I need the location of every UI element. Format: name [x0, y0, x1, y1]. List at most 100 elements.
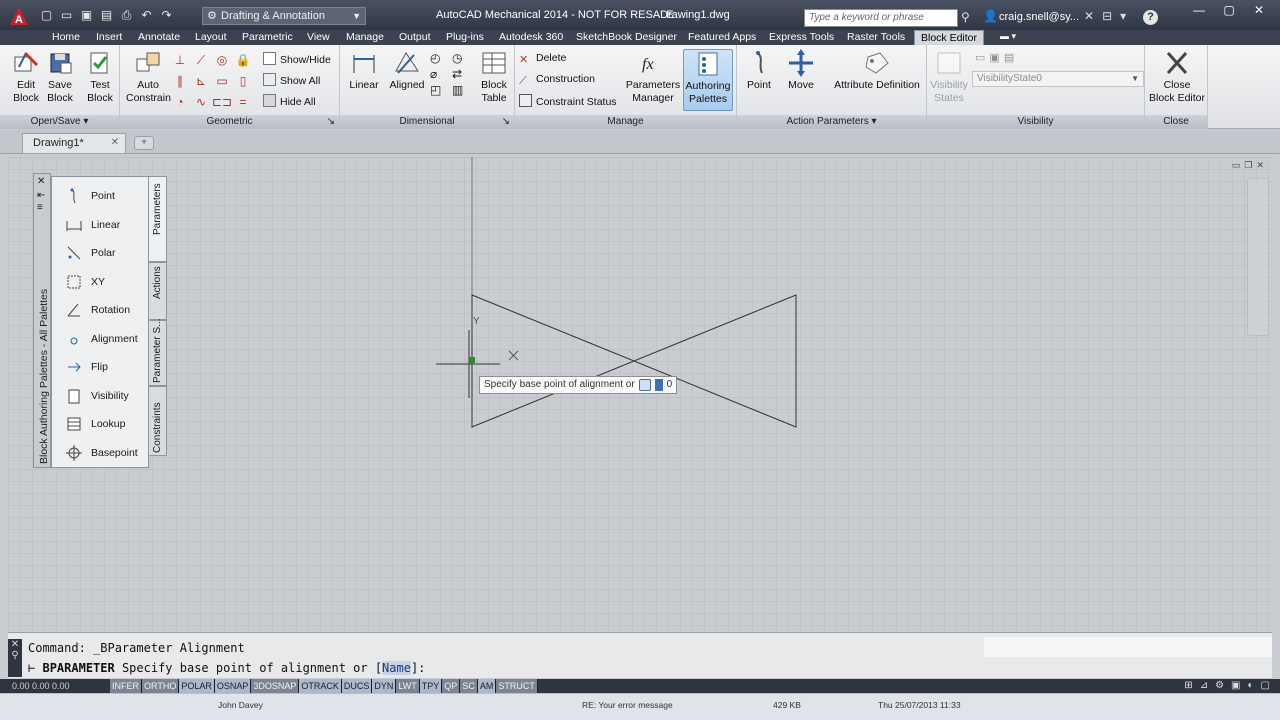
smooth-icon[interactable]: ∿	[191, 92, 211, 112]
status-toggle-infer[interactable]: INFER	[110, 679, 142, 693]
palette-properties-icon[interactable]: ≡	[37, 202, 43, 213]
symmetric-icon[interactable]: ⊏⊐	[212, 92, 232, 112]
status-toggle-polar[interactable]: POLAR	[179, 679, 215, 693]
open-file-icon[interactable]: ▭	[58, 7, 75, 24]
status-toggle-sc[interactable]: SC	[460, 679, 478, 693]
viewport-minimize-icon[interactable]: ▭	[1232, 160, 1241, 171]
binoculars-icon[interactable]: ⚲	[961, 10, 970, 24]
bowtie-shape[interactable]	[471, 294, 797, 428]
palette-item-flip[interactable]: Flip	[58, 356, 148, 378]
cart-icon[interactable]: ⊟	[1102, 9, 1112, 23]
concentric-icon[interactable]: ◎	[212, 50, 232, 70]
dim-extra-icon[interactable]: ◰	[430, 83, 450, 97]
status-toggle-tpy[interactable]: TPY	[419, 679, 443, 693]
save-as-icon[interactable]: ▤	[98, 7, 115, 24]
tab-plug-ins[interactable]: Plug-ins	[440, 30, 490, 45]
angular-icon[interactable]: ◴	[430, 51, 450, 65]
visibility-mode-icon[interactable]: ▤	[1004, 51, 1014, 64]
tab-layout[interactable]: Layout	[189, 30, 233, 45]
palette-item-linear[interactable]: Linear	[58, 214, 148, 236]
dynamic-input-field[interactable]	[654, 379, 663, 391]
workspace-select[interactable]: ⚙ Drafting & Annotation ▼	[202, 7, 366, 25]
equal-icon[interactable]: =	[233, 92, 253, 112]
status-toggle-am[interactable]: AM	[477, 679, 497, 693]
palette-item-xy[interactable]: XY	[58, 271, 148, 293]
annotation-scale-icon[interactable]: ⊿	[1200, 680, 1208, 691]
panel-title-manage[interactable]: Manage	[515, 115, 736, 129]
parameters-manager-button[interactable]: fx Parameters Manager	[625, 49, 681, 105]
fix-icon[interactable]: 🔒	[233, 50, 253, 70]
maximize-icon[interactable]: ▢	[1214, 2, 1244, 18]
undo-icon[interactable]: ↶	[138, 7, 155, 24]
parallel-icon[interactable]: ∥	[170, 71, 190, 91]
palette-item-rotation[interactable]: Rotation	[58, 299, 148, 321]
lock-icon[interactable]: ▣	[1231, 680, 1240, 691]
model-icon[interactable]: ⊞	[1184, 680, 1192, 691]
status-toggle-ortho[interactable]: ORTHO	[142, 679, 180, 693]
tab-home[interactable]: Home	[46, 30, 86, 45]
print-icon[interactable]: ⎙	[118, 7, 135, 24]
tab-manage[interactable]: Manage	[340, 30, 390, 45]
minimize-icon[interactable]: —	[1184, 2, 1214, 18]
dim-extra2-icon[interactable]: ▥	[452, 83, 472, 97]
auto-constrain-button[interactable]: Auto Constrain	[126, 49, 171, 105]
viewport-close-icon[interactable]: ✕	[1256, 160, 1264, 171]
palette-tab-constraints[interactable]: Constraints	[149, 386, 167, 456]
perpendicular-icon[interactable]: ⊾	[191, 71, 211, 91]
show-object-icon[interactable]: ▭	[975, 51, 985, 64]
panel-title-open-save[interactable]: Open/Save ▾	[0, 115, 119, 129]
name-option[interactable]: Name	[382, 661, 411, 675]
block-table-button[interactable]: Block Table	[476, 49, 512, 105]
show-hide-button[interactable]: Show/Hide	[263, 52, 331, 66]
drawing-canvas[interactable]: Y	[8, 157, 1272, 631]
search-input[interactable]: Type a keyword or phrase	[804, 9, 958, 27]
status-toggle-struct[interactable]: STRUCT	[496, 679, 538, 693]
isolate-icon[interactable]: ◐	[1248, 680, 1254, 691]
show-all-button[interactable]: Show All	[263, 73, 320, 87]
dynamic-input-value[interactable]: 0	[667, 377, 673, 393]
constraint-status-button[interactable]: Constraint Status	[519, 94, 617, 108]
construction-button[interactable]: ⟋ Construction	[519, 73, 595, 88]
autocad-logo-icon[interactable]: A	[8, 5, 30, 27]
panel-title-action-parameters[interactable]: Action Parameters ▾	[737, 115, 926, 129]
linear-button[interactable]: Linear	[346, 49, 382, 92]
hide-all-button[interactable]: Hide All	[263, 94, 316, 108]
palette-item-polar[interactable]: Polar	[58, 242, 148, 264]
point-button[interactable]: Point	[741, 49, 777, 92]
delete-button[interactable]: ✕ Delete	[519, 52, 566, 67]
doc-tab-drawing1[interactable]: Drawing1* ✕	[22, 133, 126, 153]
navigation-bar[interactable]	[1247, 178, 1269, 336]
visibility-state-select[interactable]: VisibilityState0 ▼	[972, 71, 1144, 87]
status-toggle-qp[interactable]: QP	[442, 679, 461, 693]
help-icon[interactable]: ?	[1143, 10, 1158, 25]
palette-tab-parameter-sets[interactable]: Parameter S...	[149, 319, 167, 386]
visibility-states-button[interactable]: Visibility States	[929, 49, 969, 105]
user-name[interactable]: craig.snell@sy...	[999, 11, 1079, 23]
tab-view[interactable]: View	[301, 30, 336, 45]
horizontal-icon[interactable]: ▭	[212, 71, 232, 91]
user-icon[interactable]: 👤	[983, 9, 998, 23]
move-button[interactable]: Move	[783, 49, 819, 92]
convert-icon[interactable]: ⇄	[452, 67, 472, 81]
close-tab-icon[interactable]: ✕	[111, 134, 119, 152]
status-toggle-dyn[interactable]: DYN	[372, 679, 397, 693]
palette-item-point[interactable]: Point	[58, 185, 148, 207]
panel-title-dimensional[interactable]: Dimensional ↘	[340, 115, 514, 129]
palette-tab-actions[interactable]: Actions	[149, 262, 167, 320]
exchange-icon[interactable]: ✕	[1084, 9, 1094, 23]
viewport-restore-icon[interactable]: ❐	[1244, 160, 1252, 171]
collinear-icon[interactable]: ⟋	[191, 50, 211, 70]
palette-item-basepoint[interactable]: Basepoint	[58, 442, 148, 464]
tab-output[interactable]: Output	[393, 30, 437, 45]
tab-featured-apps[interactable]: Featured Apps	[682, 30, 762, 45]
vertical-icon[interactable]: ▯	[233, 71, 253, 91]
tab-annotate[interactable]: Annotate	[132, 30, 186, 45]
new-file-icon[interactable]: ▢	[38, 7, 55, 24]
tab-sketchbook[interactable]: SketchBook Designer	[570, 30, 683, 45]
save-icon[interactable]: ▣	[78, 7, 95, 24]
panel-title-geometric[interactable]: Geometric ↘	[120, 115, 339, 129]
aligned-button[interactable]: Aligned	[388, 49, 426, 92]
status-toggle-osnap[interactable]: OSNAP	[214, 679, 252, 693]
fullscreen-icon[interactable]: ▢	[1261, 680, 1270, 691]
attribute-definition-button[interactable]: Attribute Definition	[831, 49, 923, 92]
